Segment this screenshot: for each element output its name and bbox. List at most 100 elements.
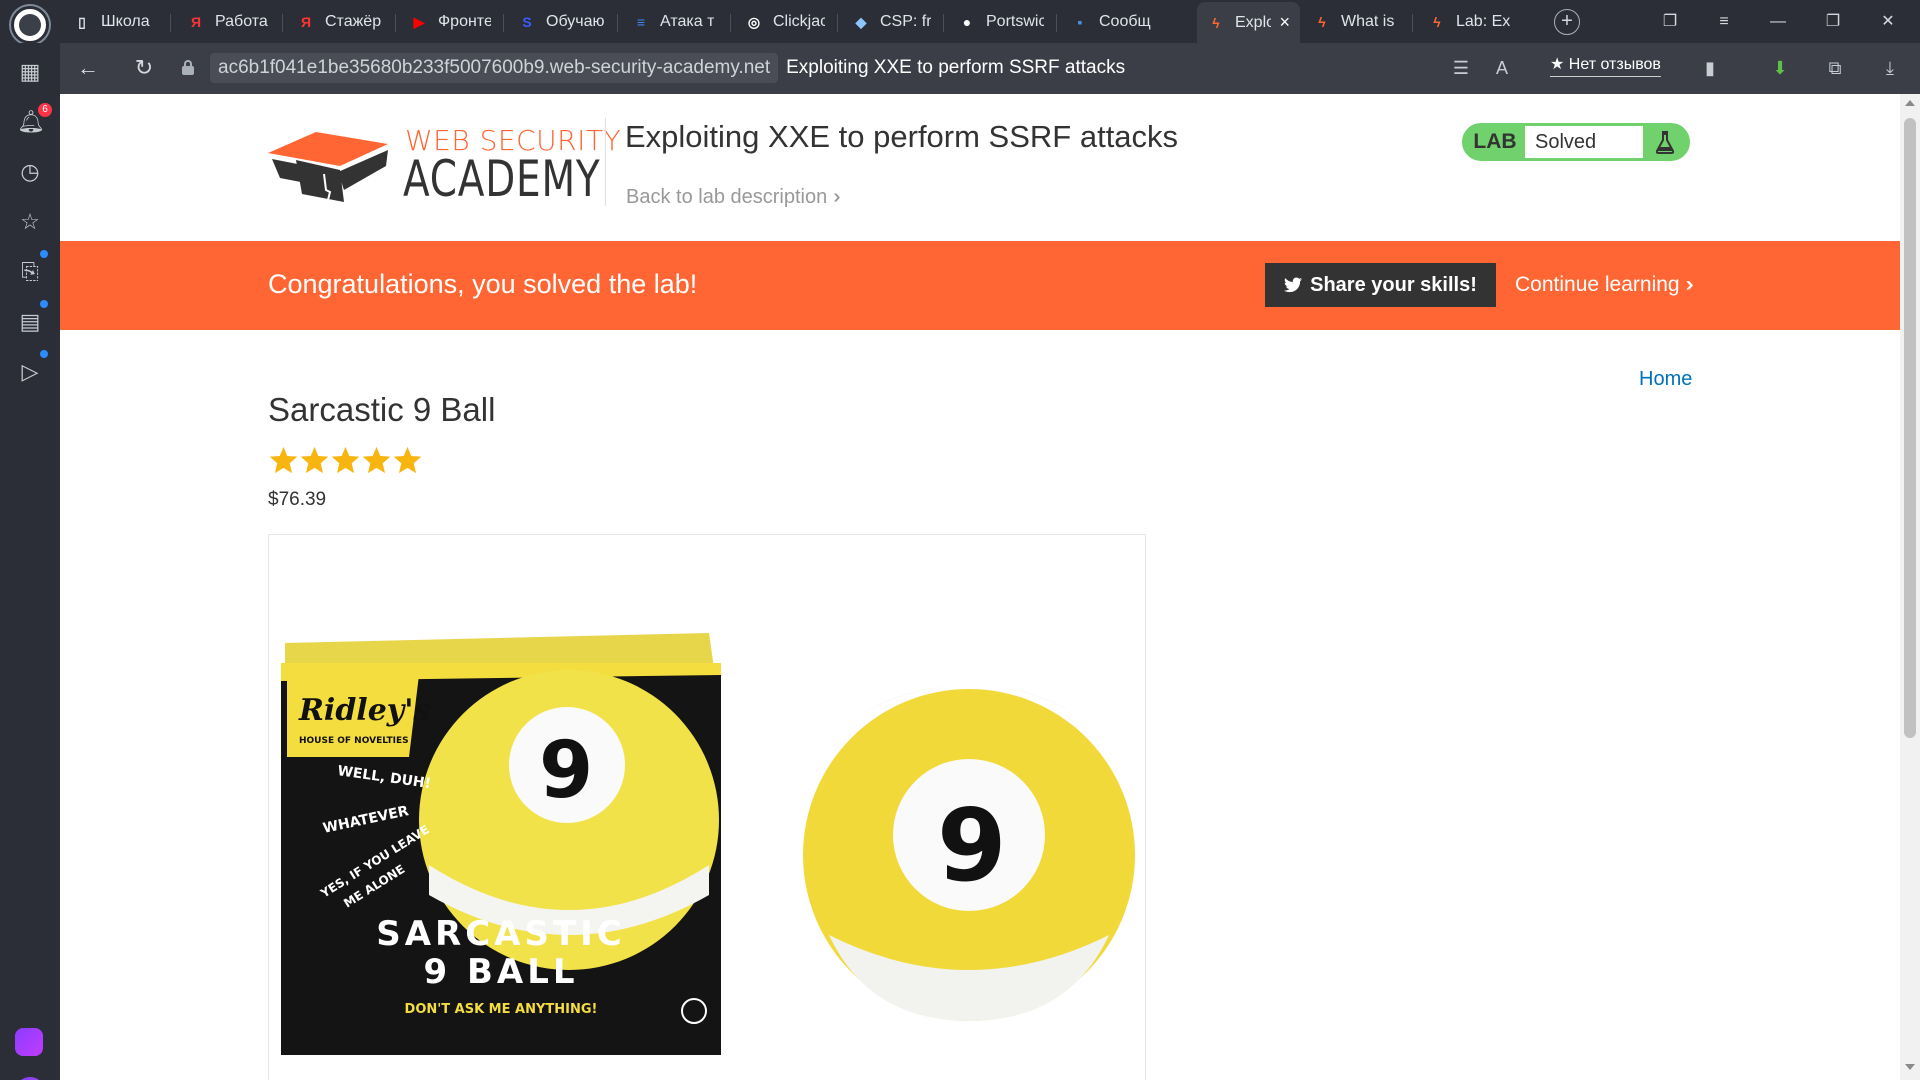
url-text[interactable]: ac6b1f041e1be35680b233f5007600b9.web-sec… xyxy=(210,53,779,83)
product-image: Ridley's HOUSE OF NOVELTIES 9 WELL, DUH!… xyxy=(268,534,1146,1080)
browser-tab[interactable]: S Обучаю xyxy=(508,4,615,40)
tab-label: What is xyxy=(1341,13,1395,30)
reload-icon[interactable]: ↻ xyxy=(129,53,159,83)
docs-icon: ≡ xyxy=(636,14,646,30)
chat-icon: ▪ xyxy=(1077,14,1083,30)
back-to-lab-link[interactable]: Back to lab description ›› xyxy=(626,186,843,209)
double-chevron-icon: ›› xyxy=(833,186,842,208)
tab-strip: ▯ Школа Я Работа Я Стажёр ▶ Фронте S Обучаю ≡ Атака… xyxy=(0,0,1920,44)
bookmark-icon[interactable]: ▮ xyxy=(1698,56,1722,80)
tab-separator xyxy=(503,14,504,32)
minimize-icon[interactable]: — xyxy=(1765,9,1791,35)
browser-tab[interactable]: ◎ Clickjac xyxy=(735,4,835,40)
congratulations-message: Congratulations, you solved the lab! xyxy=(268,269,698,299)
scroll-thumb[interactable] xyxy=(1904,118,1916,738)
browser-tab[interactable]: ● Portswic xyxy=(948,4,1054,40)
share-icon[interactable]: ⧉ xyxy=(1823,56,1847,80)
browser-tab[interactable]: ϟ Lab: Exp xyxy=(1418,4,1521,40)
mdn-icon: ◆ xyxy=(855,13,867,30)
scroll-down-arrow-icon[interactable] xyxy=(1905,1064,1915,1070)
restore-icon[interactable]: ❐ xyxy=(1820,9,1846,35)
tab-label: CSP: fra xyxy=(880,13,931,30)
github-icon: ● xyxy=(962,14,972,30)
lab-badge: LAB xyxy=(1465,126,1525,158)
home-link[interactable]: Home xyxy=(1639,368,1692,391)
menu-icon[interactable]: ≡ xyxy=(1711,9,1737,35)
translate-icon[interactable]: A xyxy=(1490,56,1514,80)
box-name-line1: SARCASTIC xyxy=(376,914,626,954)
s-icon: S xyxy=(522,14,532,30)
star-icon xyxy=(300,446,329,474)
bookmarks-star-icon[interactable]: ☆ xyxy=(17,209,43,235)
tab-separator xyxy=(943,14,944,32)
lock-icon[interactable] xyxy=(182,60,194,75)
yandex-icon: Я xyxy=(190,14,202,30)
portswigger-icon: ϟ xyxy=(1433,14,1441,30)
tab-label: Explo xyxy=(1235,13,1272,31)
tab-separator xyxy=(1056,14,1057,32)
services-grid-icon[interactable]: ▦ xyxy=(17,59,43,85)
video-play-icon[interactable]: ▷ xyxy=(17,359,43,385)
tab-separator xyxy=(282,14,283,32)
tab-label: Работа xyxy=(215,13,268,30)
browser-tab[interactable]: ▯ Школа xyxy=(63,4,168,40)
lab-title: Exploiting XXE to perform SSRF attacks xyxy=(625,119,1179,154)
tab-label: Portswic xyxy=(986,13,1044,30)
downloads-icon[interactable]: ⤓ xyxy=(1878,56,1902,80)
browser-tab[interactable]: ▶ Фронте xyxy=(400,4,501,40)
browser-tab[interactable]: ≡ Атака т xyxy=(622,4,728,40)
tab-separator xyxy=(730,14,731,32)
profile-avatar[interactable] xyxy=(11,6,49,44)
browser-tab[interactable]: ▪ Сообщ xyxy=(1061,4,1188,40)
browser-tab[interactable]: ϟ What is xyxy=(1303,4,1410,40)
box-name-line2: 9 BALL xyxy=(423,952,578,992)
tab-label: Школа xyxy=(101,13,150,30)
back-arrow-icon[interactable]: ← xyxy=(73,53,103,83)
yandex-icon: Я xyxy=(300,14,312,30)
browser-sidebar: ▦ 🔔︎ 6 ◷ ☆ ⎘ ▤ ▷ xyxy=(0,43,60,1080)
new-tab-button[interactable]: + xyxy=(1554,9,1580,35)
messenger-icon[interactable] xyxy=(15,1028,43,1056)
reader-mode-icon[interactable]: ☰ xyxy=(1449,56,1473,80)
tab-label: Clickjac xyxy=(773,13,825,30)
tab-label: Сообщ xyxy=(1099,13,1151,30)
rating-stars xyxy=(268,445,423,475)
scroll-up-arrow-icon[interactable] xyxy=(1905,100,1915,106)
share-label: Share your skills! xyxy=(1310,273,1477,296)
notification-badge: 6 xyxy=(38,103,52,117)
continue-learning-link[interactable]: Continue learning ›› xyxy=(1515,273,1694,297)
page-icon: ▯ xyxy=(78,13,86,30)
close-window-icon[interactable]: ✕ xyxy=(1875,9,1901,35)
header-divider xyxy=(605,118,606,206)
double-chevron-icon: ›› xyxy=(1685,273,1694,296)
collections-icon[interactable]: ▤ xyxy=(17,309,43,335)
share-skills-button[interactable]: Share your skills! xyxy=(1265,263,1496,307)
tab-separator xyxy=(395,14,396,32)
address-toolbar: ← ↻ ac6b1f041e1be35680b233f5007600b9.web… xyxy=(60,43,1920,94)
extension-icon[interactable]: ⬇ xyxy=(1768,56,1792,80)
address-bar[interactable]: ac6b1f041e1be35680b233f5007600b9.web-sec… xyxy=(210,51,1125,85)
unread-dot xyxy=(40,300,48,308)
star-icon xyxy=(331,446,360,474)
box-brand-sub: HOUSE OF NOVELTIES xyxy=(299,736,409,746)
browser-tab[interactable]: ϟ Explo × xyxy=(1197,2,1300,43)
tab-close-icon[interactable]: × xyxy=(1279,12,1290,33)
solved-banner: Congratulations, you solved the lab! Sha… xyxy=(60,241,1900,330)
tab-label: Стажёр xyxy=(325,13,382,30)
browser-tab[interactable]: ◆ CSP: fra xyxy=(842,4,941,40)
browser-tab[interactable]: Я Стажёр xyxy=(287,4,393,40)
lab-state: Solved xyxy=(1525,126,1643,158)
history-clock-icon[interactable]: ◷ xyxy=(17,159,43,185)
star-icon xyxy=(362,446,391,474)
product-title: Sarcastic 9 Ball xyxy=(268,391,496,428)
search-document-icon[interactable]: ⎘ xyxy=(17,259,43,285)
unread-dot xyxy=(40,350,48,358)
twitter-icon xyxy=(1284,277,1303,293)
academy-header: WEB SECURITY ACADEMY Exploiting XXE to p… xyxy=(60,94,1900,241)
tab-separator xyxy=(837,14,838,32)
browser-tab[interactable]: Я Работа xyxy=(177,4,280,40)
collections-icon[interactable]: ❐ xyxy=(1657,9,1683,35)
page-scrollbar[interactable] xyxy=(1900,94,1920,1080)
ball-number: 9 xyxy=(937,787,1007,904)
reviews-link[interactable]: ★ Нет отзывов xyxy=(1550,54,1661,77)
